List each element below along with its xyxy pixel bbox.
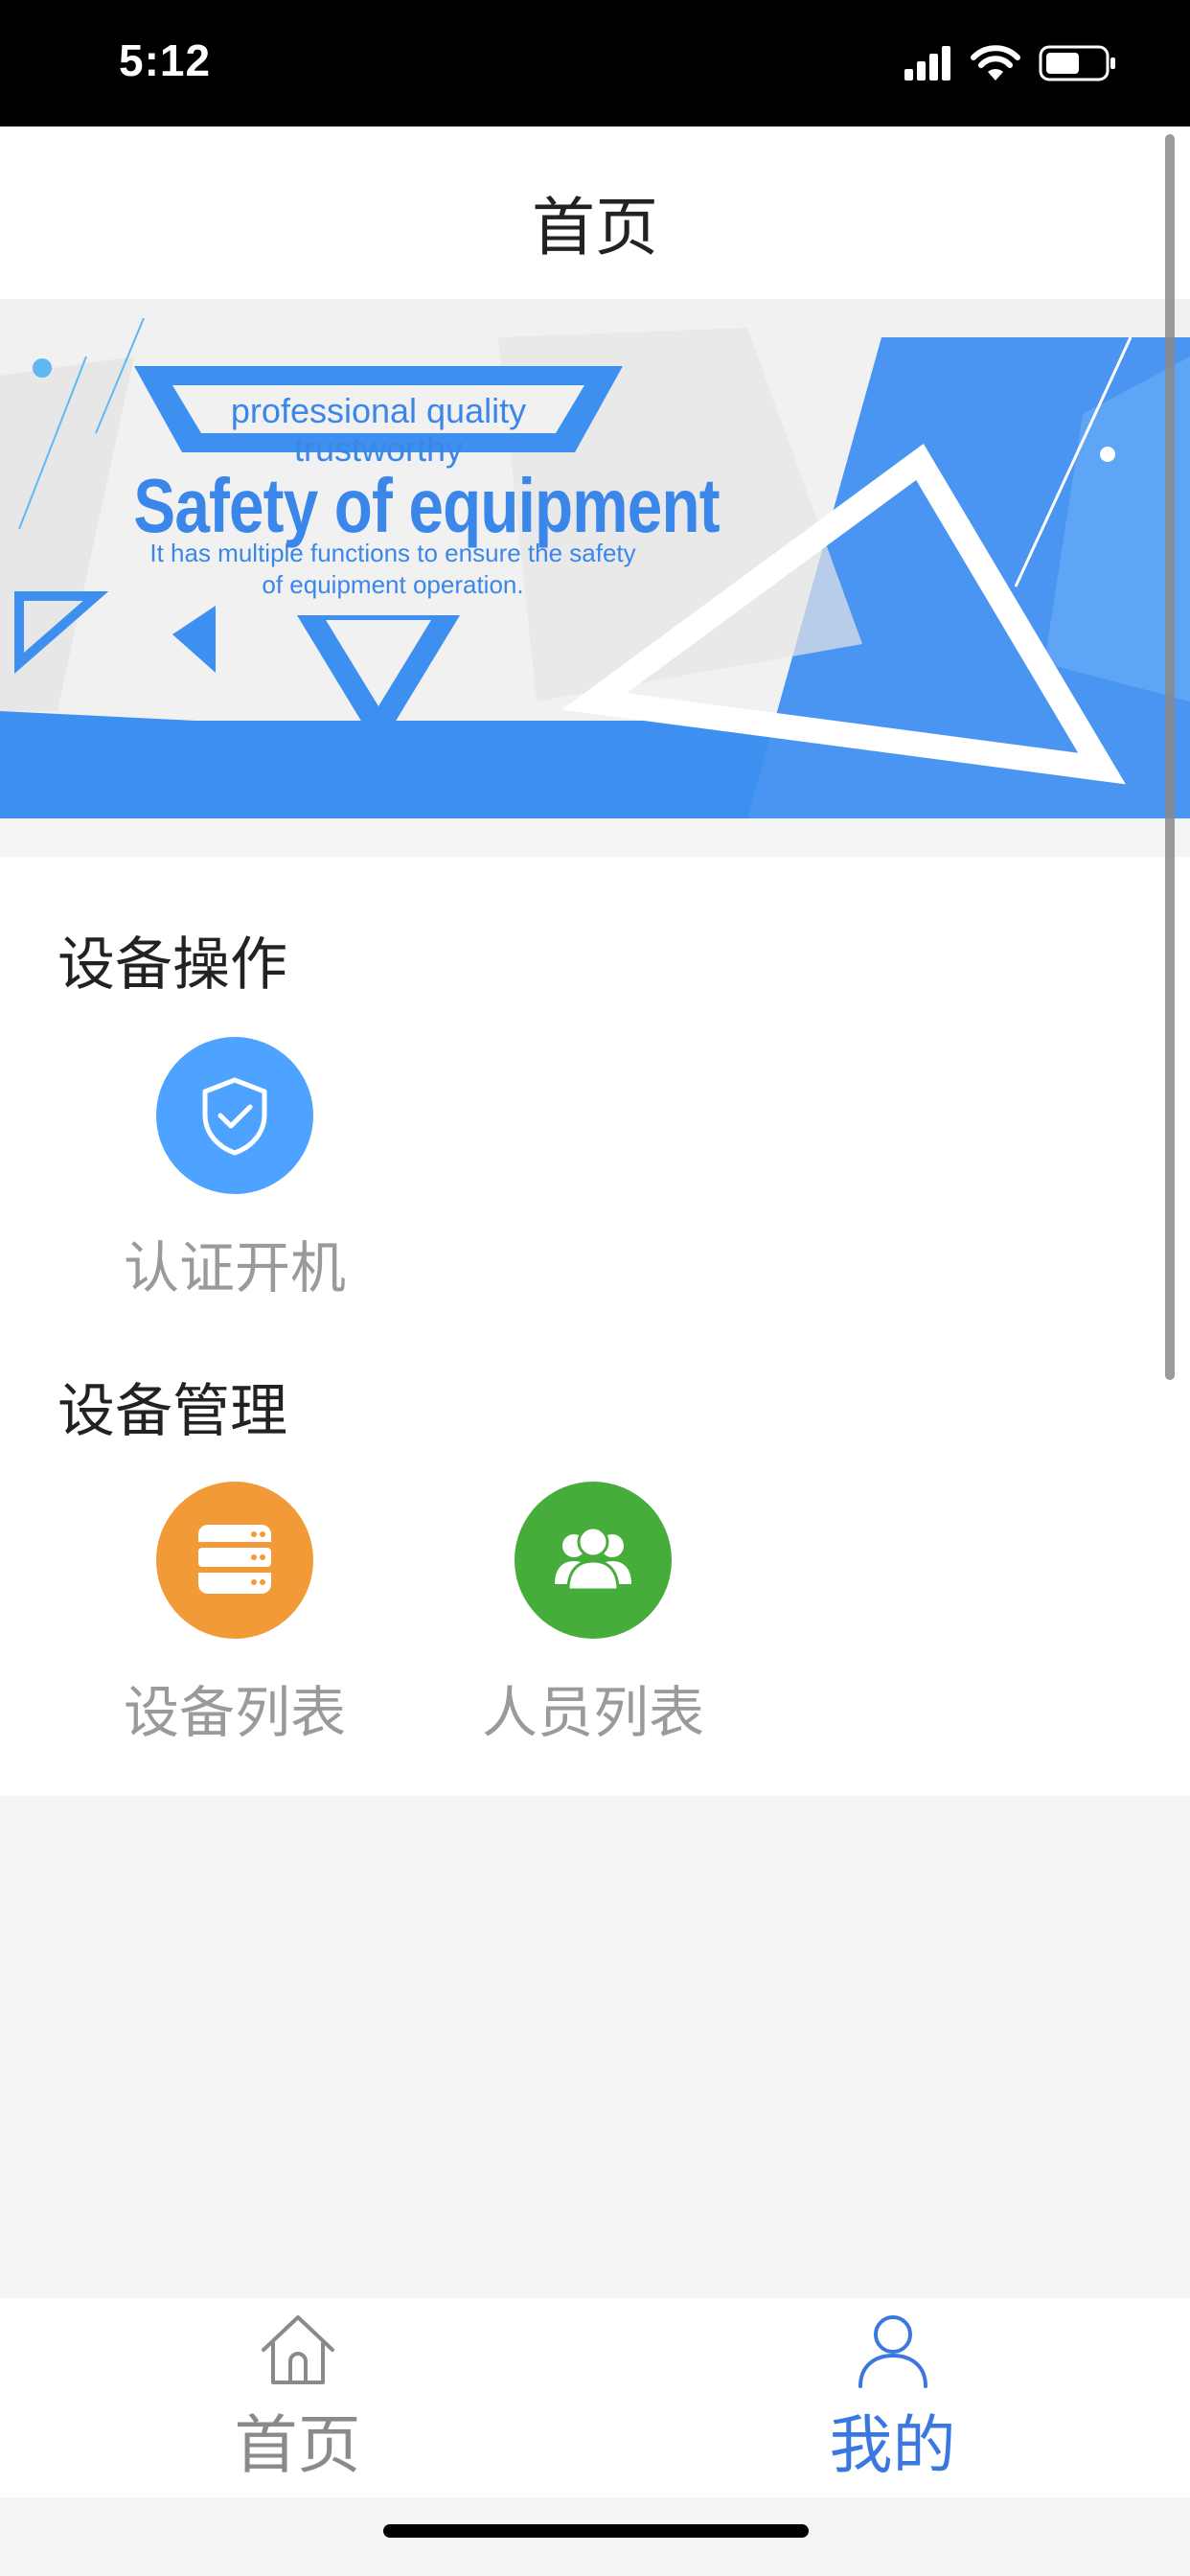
auth-boot-button[interactable]: 认证开机	[115, 1037, 355, 1300]
device-list-button[interactable]: 设备列表	[115, 1482, 355, 1745]
banner-tagline-1: professional quality	[230, 391, 527, 430]
tab-bar: 首页 我的	[0, 2298, 1190, 2497]
banner[interactable]: professional quality trustworthy Safety …	[0, 299, 1190, 818]
banner-subtext-1: It has multiple functions to ensure the …	[149, 539, 636, 567]
home-indicator[interactable]	[383, 2524, 809, 2538]
battery-icon	[1039, 45, 1115, 81]
tab-mine-label: 我的	[829, 2408, 956, 2482]
auth-boot-icon-circle	[156, 1037, 313, 1194]
status-time: 5:12	[119, 35, 212, 85]
section-title-management: 设备管理	[57, 1378, 287, 1445]
nav-bar: 首页	[0, 126, 1190, 299]
tab-home-label: 首页	[234, 2408, 361, 2482]
server-icon	[198, 1525, 271, 1594]
shield-check-icon	[202, 1077, 267, 1156]
scrollbar[interactable]	[1165, 134, 1175, 1380]
personnel-list-button[interactable]: 人员列表	[473, 1482, 713, 1745]
tab-mine[interactable]: 我的	[595, 2298, 1190, 2497]
home-indicator-area	[0, 2497, 1190, 2576]
personnel-list-label: 人员列表	[481, 1680, 704, 1745]
content-panel: 设备操作 认证开机 设备管理 设备列表 人员列表	[0, 857, 1190, 1796]
signal-icon	[904, 46, 950, 80]
status-bar: 5:12	[0, 0, 1190, 126]
banner-headline: Safety of equipment	[133, 463, 720, 548]
section-title-operation: 设备操作	[57, 932, 287, 999]
user-icon	[858, 2315, 927, 2388]
device-list-label: 设备列表	[123, 1680, 346, 1745]
banner-subtext-2: of equipment operation.	[262, 570, 524, 599]
people-icon	[555, 1526, 631, 1592]
auth-boot-label: 认证开机	[123, 1235, 346, 1300]
personnel-list-icon-circle	[515, 1482, 672, 1639]
wifi-icon	[971, 45, 1020, 80]
tab-home[interactable]: 首页	[0, 2298, 595, 2497]
status-icons	[903, 44, 1133, 82]
page-title: 首页	[532, 191, 658, 264]
device-list-icon-circle	[156, 1482, 313, 1639]
home-icon	[261, 2315, 334, 2384]
